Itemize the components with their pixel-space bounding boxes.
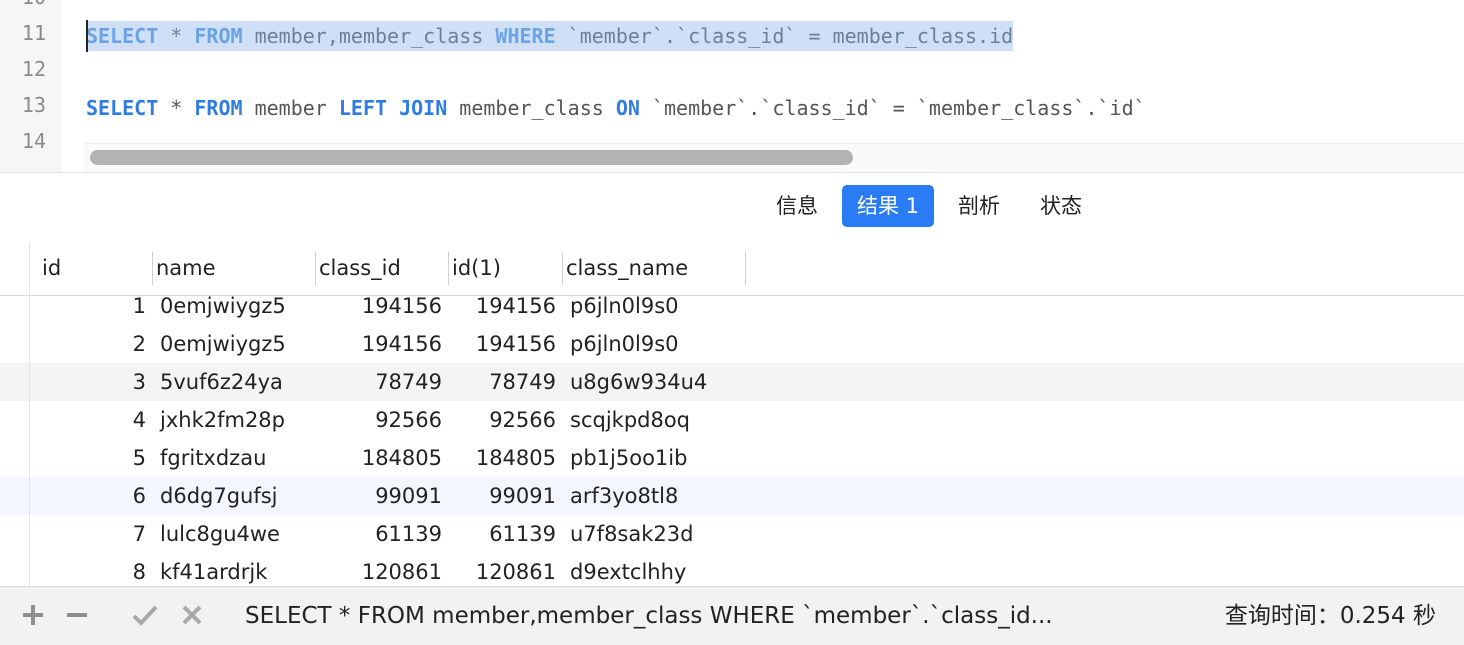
cell-name[interactable]: 5vuf6z24ya <box>160 363 310 401</box>
sql-keyword: WHERE <box>495 24 556 48</box>
sql-keyword: SELECT <box>86 24 159 48</box>
minus-icon[interactable] <box>63 601 91 629</box>
query-time: 查询时间：0.254 秒 <box>1224 603 1436 629</box>
column-header-name[interactable]: name <box>152 242 316 295</box>
sql-text: * <box>158 96 195 120</box>
sql-text: member_class <box>447 96 616 120</box>
tab-status[interactable]: 状态 <box>1026 185 1096 227</box>
cell-class-id[interactable]: 194156 <box>318 325 442 363</box>
cell-id-1[interactable]: 61139 <box>452 515 556 553</box>
cell-id-1[interactable]: 120861 <box>452 553 556 586</box>
code-line[interactable]: SELECT * FROM member LEFT JOIN member_cl… <box>86 93 1146 123</box>
cell-id-1[interactable]: 99091 <box>452 477 556 515</box>
cell-name[interactable]: 0emjwiygz5 <box>160 325 310 363</box>
sql-keyword: LEFT JOIN <box>338 96 448 120</box>
sql-keyword: ON <box>615 96 640 120</box>
cell-id[interactable]: 3 <box>38 363 146 401</box>
line-number: 10 <box>0 0 46 15</box>
cell-name[interactable]: fgritxdzau <box>160 439 310 477</box>
table-row[interactable]: 2 0emjwiygz5 194156 194156 p6jln0l9s0 <box>0 325 1464 363</box>
cell-id-1[interactable]: 194156 <box>452 325 556 363</box>
cell-id[interactable]: 8 <box>38 553 146 586</box>
column-header-class-id[interactable]: class_id <box>315 242 449 295</box>
check-icon[interactable] <box>131 601 159 629</box>
cell-id[interactable]: 7 <box>38 515 146 553</box>
cell-name[interactable]: d6dg7gufsj <box>160 477 310 515</box>
tab-profile[interactable]: 剖析 <box>944 185 1014 227</box>
cell-id[interactable]: 6 <box>38 477 146 515</box>
cell-class-name[interactable]: scqjkpd8oq <box>570 401 750 439</box>
code-line-selected[interactable]: SELECT * FROM member,member_class WHERE … <box>86 21 1014 51</box>
line-number: 12 <box>21 57 46 81</box>
status-sql-text: SELECT * FROM member,member_class WHERE … <box>245 603 1053 629</box>
cell-class-name[interactable]: u8g6w934u4 <box>570 363 750 401</box>
line-number: 11 <box>21 21 46 45</box>
cell-id[interactable]: 2 <box>38 325 146 363</box>
cell-class-id[interactable]: 120861 <box>318 553 442 586</box>
cell-id-1[interactable]: 78749 <box>452 363 556 401</box>
result-tabs-bar: 信息 结果 1 剖析 状态 <box>0 172 1464 243</box>
cell-class-name[interactable]: d9extclhhy <box>570 553 750 586</box>
cell-class-id[interactable]: 99091 <box>318 477 442 515</box>
cell-name[interactable]: jxhk2fm28p <box>160 401 310 439</box>
plus-icon[interactable] <box>19 601 47 629</box>
cell-id[interactable]: 5 <box>38 439 146 477</box>
status-bar: SELECT * FROM member,member_class WHERE … <box>0 586 1464 645</box>
cell-name[interactable]: lulc8gu4we <box>160 515 310 553</box>
table-row[interactable]: 3 5vuf6z24ya 78749 78749 u8g6w934u4 <box>0 363 1464 401</box>
line-number: 13 <box>21 93 46 117</box>
table-row[interactable]: 4 jxhk2fm28p 92566 92566 scqjkpd8oq <box>0 401 1464 439</box>
sql-text: `member`.`class_id` = member_class.id <box>555 24 1014 48</box>
line-number: 14 <box>21 129 46 153</box>
cell-id-1[interactable]: 92566 <box>452 401 556 439</box>
text-caret <box>86 20 88 52</box>
result-grid[interactable]: 1 0emjwiygz5 194156 194156 p6jln0l9s0 2 0emjwi… <box>0 242 1464 586</box>
cell-id[interactable]: 4 <box>38 401 146 439</box>
cell-class-name[interactable]: u7f8sak23d <box>570 515 750 553</box>
sql-text: `member`.`class_id` = `member_class`.`id… <box>639 96 1146 120</box>
cell-id-1[interactable]: 184805 <box>452 439 556 477</box>
sql-keyword: FROM <box>194 24 243 48</box>
column-header-class-name[interactable]: class_name <box>562 242 746 295</box>
sql-editor[interactable]: 10 11 SELECT * FROM member,member_class WH… <box>0 0 1464 172</box>
cell-class-name[interactable]: arf3yo8tl8 <box>570 477 750 515</box>
table-row[interactable]: 8 kf41ardrjk 120861 120861 d9extclhhy <box>0 553 1464 586</box>
cell-class-name[interactable]: p6jln0l9s0 <box>570 325 750 363</box>
table-row[interactable]: 6 d6dg7gufsj 99091 99091 arf3yo8tl8 <box>0 477 1464 515</box>
cell-class-id[interactable]: 184805 <box>318 439 442 477</box>
sql-keyword: SELECT <box>86 96 159 120</box>
cell-name[interactable]: kf41ardrjk <box>160 553 310 586</box>
column-header-id[interactable]: id <box>38 242 154 295</box>
table-row[interactable]: 5 fgritxdzau 184805 184805 pb1j5oo1ib <box>0 439 1464 477</box>
column-header-id-1[interactable]: id(1) <box>448 242 562 295</box>
sql-keyword: FROM <box>194 96 243 120</box>
sql-text: member,member_class <box>242 24 496 48</box>
row-header-column <box>0 242 30 586</box>
grid-header: id name class_id id(1) class_name <box>0 242 1464 296</box>
table-row[interactable]: 7 lulc8gu4we 61139 61139 u7f8sak23d <box>0 515 1464 553</box>
horizontal-scrollbar-thumb[interactable] <box>90 150 853 165</box>
tab-info[interactable]: 信息 <box>762 185 832 227</box>
sql-text: member <box>242 96 339 120</box>
cell-class-name[interactable]: pb1j5oo1ib <box>570 439 750 477</box>
column-separator[interactable] <box>745 252 746 285</box>
cell-class-id[interactable]: 92566 <box>318 401 442 439</box>
sql-text: * <box>158 24 195 48</box>
tab-result-1[interactable]: 结果 1 <box>842 185 934 227</box>
close-icon[interactable] <box>178 601 206 629</box>
cell-class-id[interactable]: 61139 <box>318 515 442 553</box>
cell-class-id[interactable]: 78749 <box>318 363 442 401</box>
